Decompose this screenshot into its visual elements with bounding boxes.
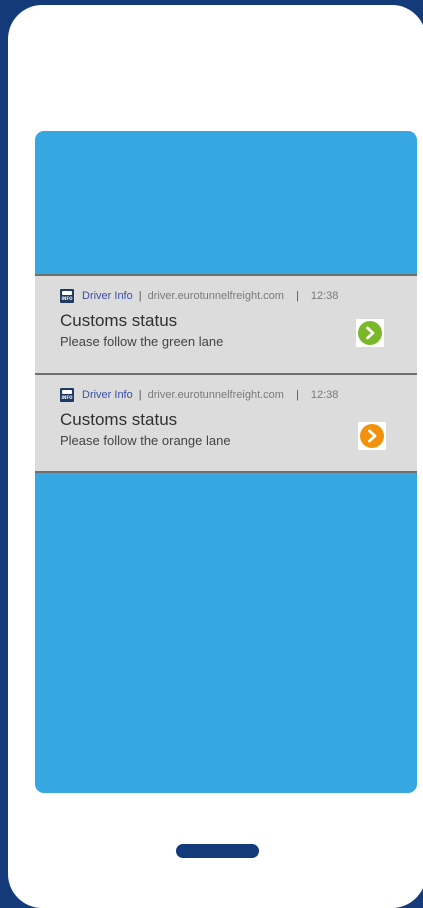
notification-title: Customs status xyxy=(60,311,178,330)
app-icon: INFO xyxy=(60,289,74,303)
home-bar[interactable] xyxy=(176,844,259,858)
header-separator: | xyxy=(138,389,142,401)
notification-orange-lane[interactable]: INFO Driver Info | driver.eurotunnelfrei… xyxy=(35,373,417,473)
truck-icon xyxy=(62,390,72,394)
notification-header: INFO Driver Info | driver.eurotunnelfrei… xyxy=(60,387,338,403)
header-separator: | xyxy=(295,290,299,302)
app-name: Driver Info xyxy=(82,389,133,401)
notification-time: 12:38 xyxy=(310,290,339,302)
phone-screen: INFO Driver Info | driver.eurotunnelfrei… xyxy=(35,131,417,793)
phone-frame: INFO Driver Info | driver.eurotunnelfrei… xyxy=(8,5,423,908)
notification-green-lane[interactable]: INFO Driver Info | driver.eurotunnelfrei… xyxy=(35,274,417,374)
app-icon: INFO xyxy=(60,388,74,402)
notification-title: Customs status xyxy=(60,410,178,429)
notification-header: INFO Driver Info | driver.eurotunnelfrei… xyxy=(60,288,338,304)
chevron-right-orange-icon[interactable] xyxy=(358,422,386,450)
notification-body: Please follow the orange lane xyxy=(60,433,231,448)
notification-domain: driver.eurotunnelfreight.com xyxy=(147,290,284,302)
notification-body: Please follow the green lane xyxy=(60,334,224,349)
header-separator: | xyxy=(138,290,142,302)
app-name: Driver Info xyxy=(82,290,133,302)
chevron-right-green-icon[interactable] xyxy=(356,319,384,347)
notification-domain: driver.eurotunnelfreight.com xyxy=(147,389,284,401)
truck-icon xyxy=(62,291,72,295)
header-separator: | xyxy=(295,389,299,401)
notification-time: 12:38 xyxy=(310,389,339,401)
